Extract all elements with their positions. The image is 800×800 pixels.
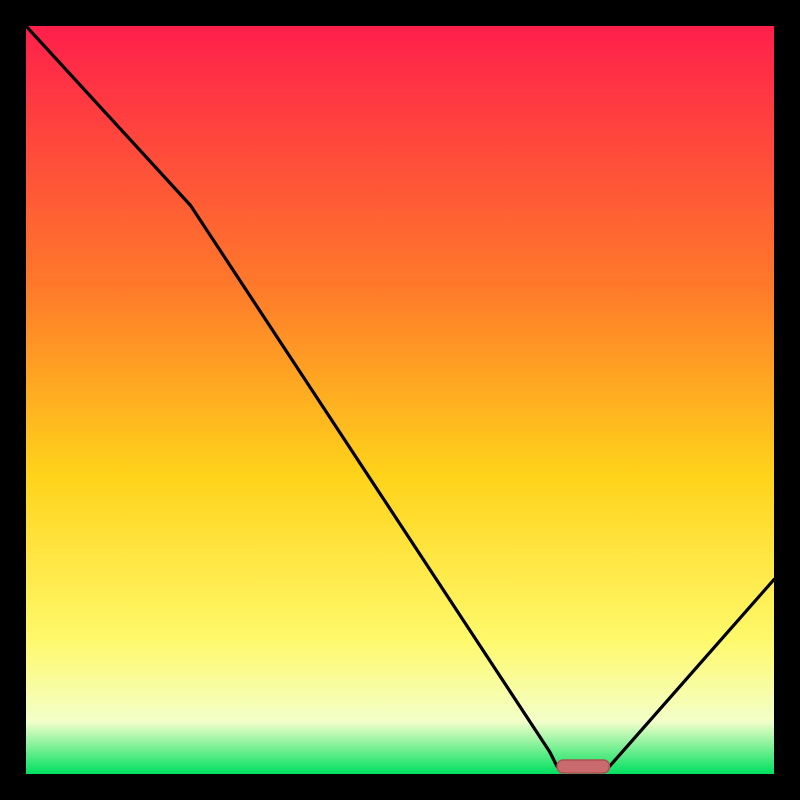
chart-container: TheBottleneck.com <box>0 0 800 800</box>
bottleneck-plot <box>0 0 800 800</box>
optimum-marker <box>557 760 609 773</box>
gradient-background <box>26 26 774 774</box>
